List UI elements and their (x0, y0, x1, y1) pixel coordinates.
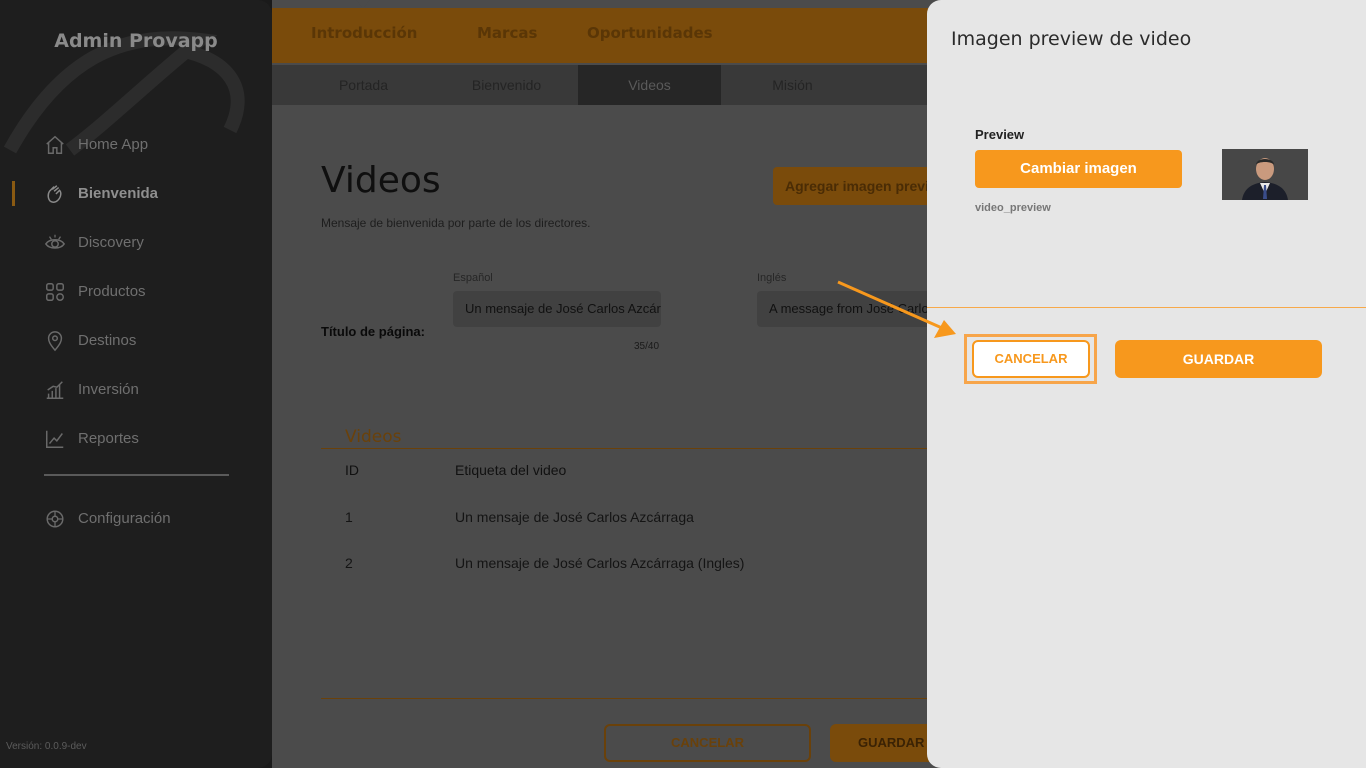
table-row-1-id: 1 (345, 509, 353, 525)
preview-thumbnail (1222, 149, 1308, 200)
table-row-2-label[interactable]: Un mensaje de José Carlos Azcárraga (Ing… (455, 555, 744, 571)
location-pin-icon (44, 330, 66, 352)
videos-section-title: Videos (345, 427, 402, 447)
english-title-input[interactable]: A message from José Carlos Azcárraga (757, 291, 932, 327)
sidebar-item-productos[interactable]: Productos (0, 267, 272, 316)
sidebar: Admin Provapp Home App Bienvenida Discov… (0, 0, 272, 768)
sidebar-item-label: Inversión (78, 381, 139, 398)
active-tab-pointer (356, 0, 370, 8)
drawer-save-button[interactable]: GUARDAR (1115, 340, 1322, 378)
tab-introduccion[interactable]: Introducción (311, 24, 417, 42)
english-label: Inglés (757, 272, 787, 284)
table-row-1-label[interactable]: Un mensaje de José Carlos Azcárraga (455, 509, 694, 525)
drawer-divider (927, 307, 1366, 308)
page-title-field-label: Título de página: (321, 324, 425, 339)
sidebar-item-bienvenida[interactable]: Bienvenida (0, 169, 272, 218)
sidebar-item-home-app[interactable]: Home App (0, 120, 272, 169)
sidebar-nav: Home App Bienvenida Discovery Productos … (0, 120, 272, 463)
subtab-bienvenido[interactable]: Bienvenido (435, 65, 578, 105)
grid-icon (44, 281, 66, 303)
spanish-title-input[interactable]: Un mensaje de José Carlos Azcárraga (453, 291, 661, 327)
spanish-label: Español (453, 272, 493, 284)
table-row-2-id: 2 (345, 555, 353, 571)
preview-label: Preview (975, 127, 1025, 142)
gear-icon (44, 508, 66, 530)
home-icon (44, 134, 66, 156)
eye-icon (44, 232, 66, 254)
sidebar-item-label: Configuración (78, 510, 171, 527)
subtab-portada[interactable]: Portada (292, 65, 435, 105)
section-divider (321, 448, 927, 449)
sidebar-item-label: Destinos (78, 332, 137, 349)
sidebar-item-discovery[interactable]: Discovery (0, 218, 272, 267)
sidebar-item-destinos[interactable]: Destinos (0, 316, 272, 365)
sidebar-item-label: Bienvenida (78, 185, 159, 202)
tab-oportunidades[interactable]: Oportunidades (587, 24, 713, 42)
page-description: Mensaje de bienvenida por parte de los d… (321, 216, 591, 230)
drawer-cancel-button[interactable]: CANCELAR (972, 340, 1090, 378)
preview-drawer: Imagen preview de video Preview Cambiar … (927, 0, 1366, 768)
wave-hand-icon (44, 183, 66, 205)
sidebar-item-label: Discovery (78, 234, 144, 251)
page-title: Videos (321, 160, 441, 201)
file-name-label: video_preview (975, 202, 1051, 214)
line-chart-icon (44, 428, 66, 450)
change-image-button[interactable]: Cambiar imagen (975, 150, 1182, 188)
page-cancel-button[interactable]: CANCELAR (604, 724, 811, 762)
sidebar-item-label: Reportes (78, 430, 139, 447)
table-header-id: ID (345, 462, 359, 478)
brand-title: Admin Provapp (54, 30, 218, 52)
tab-marcas[interactable]: Marcas (477, 24, 537, 42)
drawer-title: Imagen preview de video (951, 28, 1192, 50)
sidebar-item-label: Home App (78, 136, 149, 153)
sidebar-item-configuracion[interactable]: Configuración (0, 494, 272, 543)
table-header-label: Etiqueta del video (455, 462, 567, 478)
sidebar-item-label: Productos (78, 283, 146, 300)
subtab-videos[interactable]: Videos (578, 65, 721, 105)
bottom-divider (321, 698, 927, 699)
sidebar-item-reportes[interactable]: Reportes (0, 414, 272, 463)
sidebar-divider (44, 474, 229, 476)
version-label: Versión: 0.0.9-dev (6, 741, 87, 752)
subtab-mision[interactable]: Misión (721, 65, 864, 105)
char-counter: 35/40 (634, 341, 660, 352)
bar-chart-icon (44, 379, 66, 401)
sidebar-item-inversion[interactable]: Inversión (0, 365, 272, 414)
